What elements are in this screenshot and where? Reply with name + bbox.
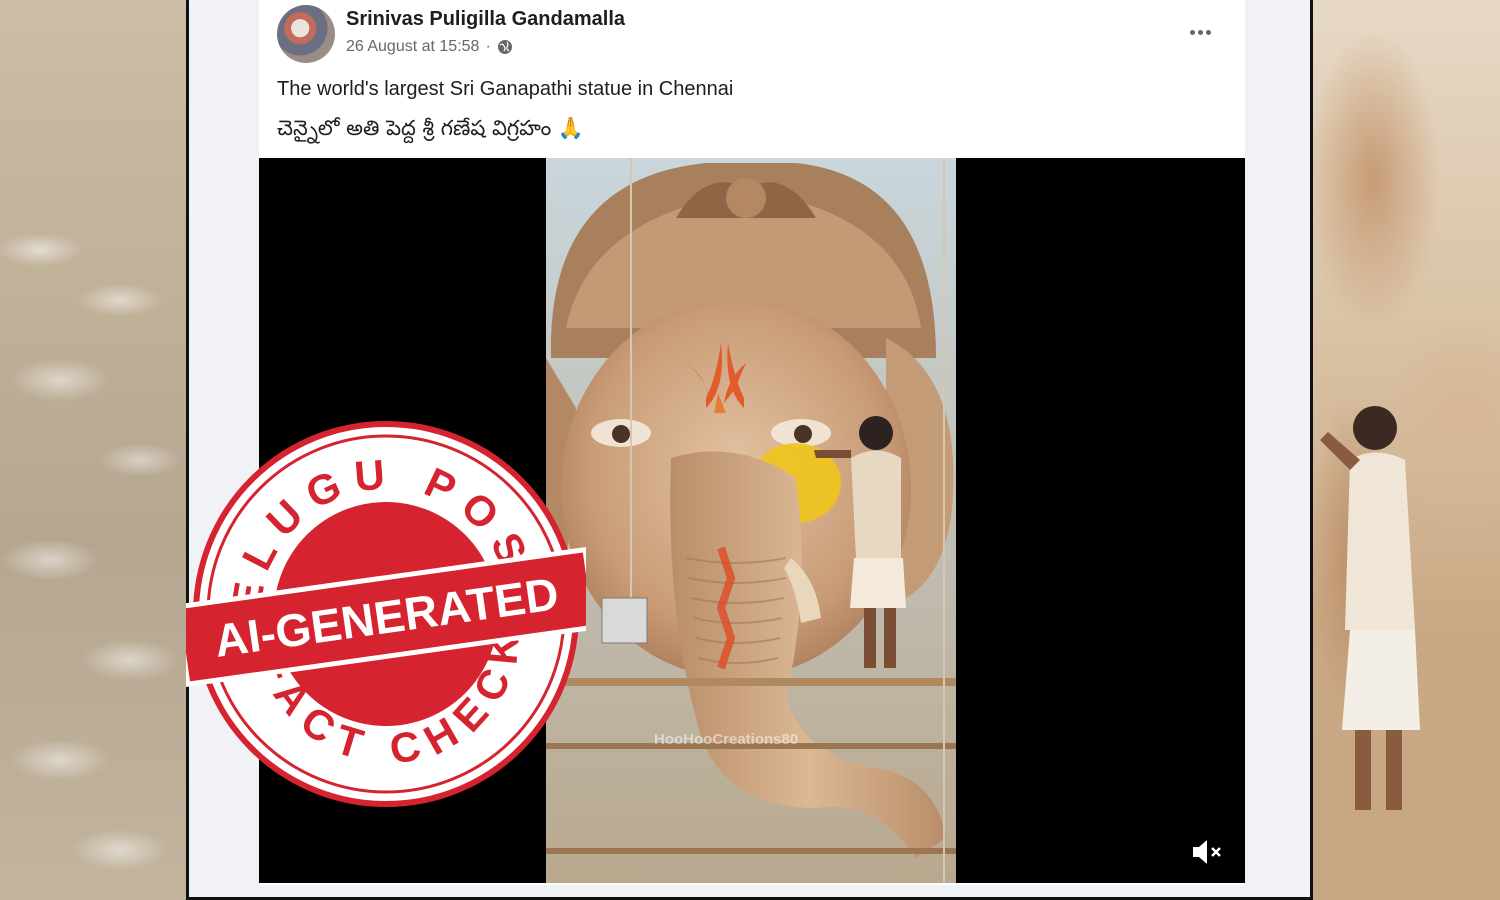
- post-meta: 26 August at 15:58 ·: [346, 38, 513, 56]
- post-caption-telugu: చెన్నైలో అతి పెద్ద శ్రీ గణేష విగ్రహం 🙏: [277, 116, 585, 140]
- more-options-icon: [1189, 29, 1195, 35]
- video-watermark: HooHooCreations80: [654, 731, 799, 748]
- post-caption-english: The world's largest Sri Ganapathi statue…: [277, 78, 734, 100]
- author-avatar[interactable]: [277, 5, 335, 63]
- ganesha-statue-image: [546, 158, 956, 883]
- fact-check-stamp: TELUGU POST FACT CHECK AI-GENERATED: [186, 418, 586, 807]
- meta-separator: ·: [485, 38, 491, 55]
- background-left-panel: [0, 0, 186, 900]
- post-timestamp[interactable]: 26 August at 15:58: [346, 38, 479, 56]
- video-frame: HooHooCreations80: [546, 158, 956, 883]
- more-options-button[interactable]: [1185, 20, 1215, 44]
- muted-speaker-icon[interactable]: [1189, 837, 1225, 867]
- background-worker-figure: [1320, 406, 1420, 810]
- author-name[interactable]: Srinivas Puligilla Gandamalla: [346, 8, 625, 31]
- globe-icon: [497, 40, 512, 54]
